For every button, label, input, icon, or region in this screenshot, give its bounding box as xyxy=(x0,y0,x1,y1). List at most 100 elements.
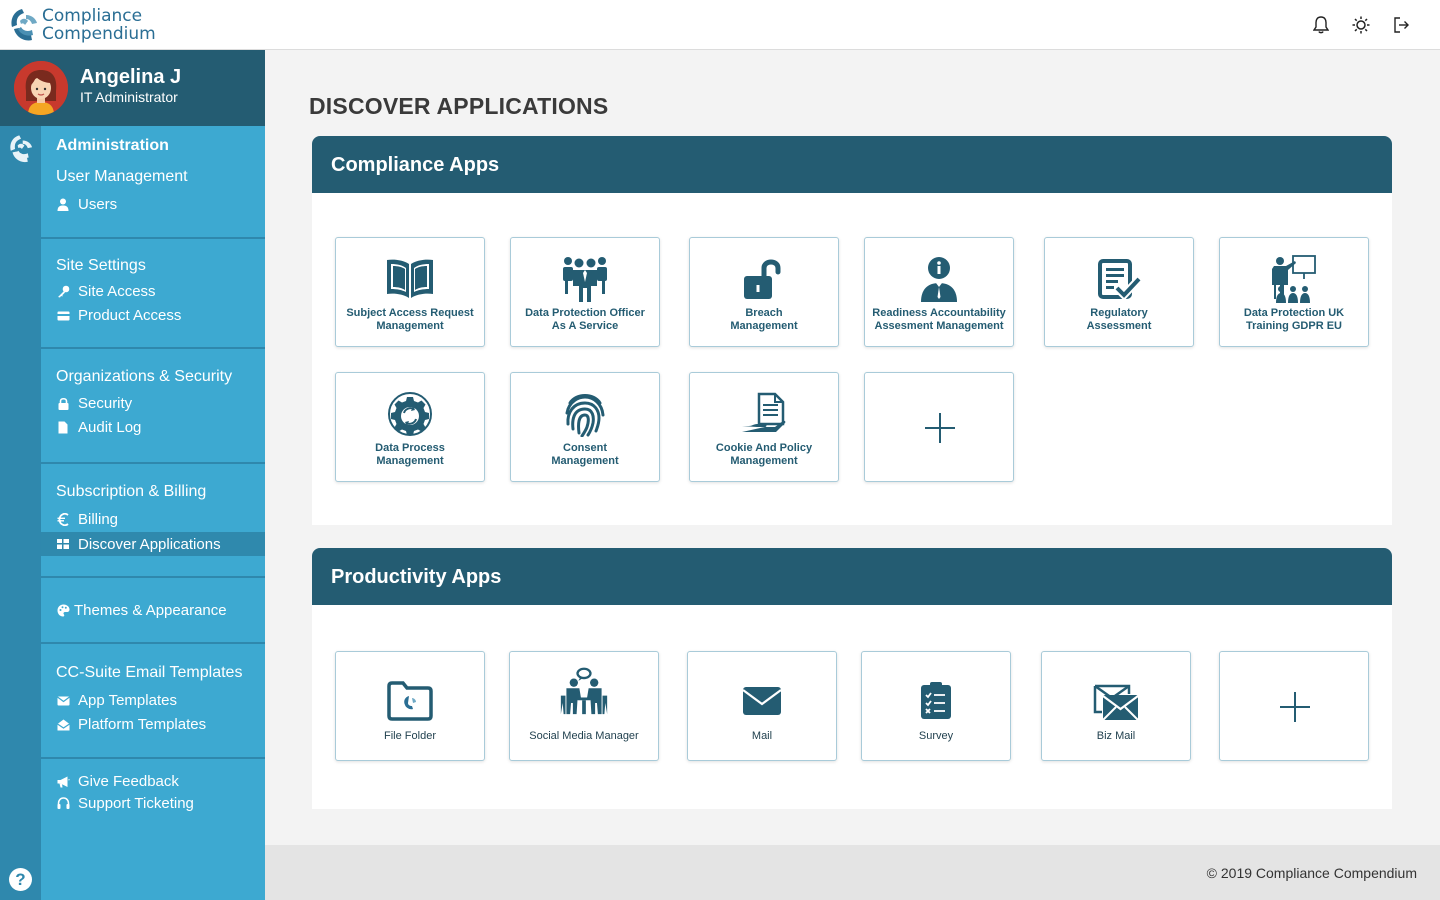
sidebar: Administration User Management Users Sit… xyxy=(41,126,265,900)
app-title: Social Media Manager xyxy=(529,730,639,742)
app-title-line2: Management xyxy=(376,455,444,467)
app-title-line1: Breach xyxy=(745,307,783,319)
file-icon xyxy=(56,421,70,435)
envelope-open-icon xyxy=(56,718,70,732)
app-title-line2: Assessment xyxy=(1086,320,1152,332)
app-tile-dpo-as-a-service[interactable]: Data Protection Officer As A Service xyxy=(510,237,660,347)
sidebar-item-label: Users xyxy=(78,196,118,213)
sidebar-item-give-feedback[interactable]: Give Feedback xyxy=(56,773,179,790)
app-tile-data-protection-training[interactable]: Data Protection UK Training GDPR EU xyxy=(1219,237,1369,347)
sun-icon[interactable] xyxy=(1350,14,1372,36)
sidebar-item-billing[interactable]: Billing xyxy=(56,511,118,528)
app-title-line2: Management xyxy=(376,320,444,332)
app-title-line2: As A Service xyxy=(551,320,619,332)
app-title-line1: Readiness Accountability xyxy=(872,307,1006,319)
sidebar-divider xyxy=(41,642,265,644)
sidebar-rail: ? xyxy=(0,126,41,900)
sidebar-item-app-templates[interactable]: App Templates xyxy=(56,692,177,709)
sidebar-section-user-management[interactable]: User Management xyxy=(56,168,188,186)
plus-icon xyxy=(925,413,955,443)
sidebar-item-label: App Templates xyxy=(78,692,177,709)
sidebar-item-themes-appearance[interactable]: Themes & Appearance xyxy=(56,602,227,619)
app-tile-consent-management[interactable]: Consent Management xyxy=(510,372,660,482)
headset-icon xyxy=(56,797,70,811)
app-tile-regulatory-assessment[interactable]: Regulatory Assessment xyxy=(1044,237,1194,347)
app-tile-biz-mail[interactable]: Biz Mail xyxy=(1041,651,1191,761)
sidebar-item-discover-applications[interactable]: Discover Applications xyxy=(41,532,265,556)
app-tile-file-folder[interactable]: File Folder xyxy=(335,651,485,761)
rail-logo-icon[interactable] xyxy=(6,132,36,166)
sidebar-section-site-settings[interactable]: Site Settings xyxy=(56,257,146,275)
plus-icon xyxy=(1280,692,1310,722)
bell-icon[interactable] xyxy=(1310,14,1332,36)
app-title-line2: Training GDPR EU xyxy=(1246,320,1342,332)
app-title: File Folder xyxy=(384,730,436,742)
sidebar-item-label: Discover Applications xyxy=(78,535,221,553)
app-title: Survey xyxy=(918,730,954,742)
user-name: Angelina J xyxy=(80,66,182,88)
compliance-apps-panel: Compliance Apps Subject Access Request Ma… xyxy=(312,136,1392,525)
biz-mail-icon xyxy=(1091,676,1141,726)
info-person-icon xyxy=(914,254,964,304)
app-title: Biz Mail xyxy=(1096,730,1136,742)
app-tile-mail[interactable]: Mail xyxy=(687,651,837,761)
envelope-icon xyxy=(56,694,70,708)
user-profile: Angelina J IT Administrator xyxy=(0,50,265,126)
sidebar-item-label: Billing xyxy=(78,511,119,528)
app-title-line1: Consent xyxy=(563,442,607,454)
mail-icon xyxy=(737,676,787,726)
avatar[interactable] xyxy=(14,61,68,115)
sidebar-divider xyxy=(41,576,265,578)
app-tile-cookie-policy-management[interactable]: Cookie And Policy Management xyxy=(689,372,839,482)
sidebar-divider xyxy=(41,462,265,464)
sidebar-item-users[interactable]: Users xyxy=(56,196,117,213)
palette-icon xyxy=(56,604,70,618)
add-compliance-app-button[interactable] xyxy=(864,372,1014,482)
sidebar-item-label: Site Access xyxy=(78,283,156,300)
footer: © 2019 Compliance Compendium xyxy=(265,845,1440,900)
brand-line1: Compliance xyxy=(42,6,143,26)
sidebar-section-subscription-billing[interactable]: Subscription & Billing xyxy=(56,483,206,501)
sidebar-section-email-templates[interactable]: CC-Suite Email Templates xyxy=(56,664,242,682)
sidebar-item-label: Give Feedback xyxy=(78,773,179,790)
productivity-apps-header: Productivity Apps xyxy=(312,548,1392,605)
logo-mark-icon xyxy=(11,9,37,41)
compliance-apps-header: Compliance Apps xyxy=(312,136,1392,193)
checklist-icon xyxy=(1094,254,1144,304)
add-productivity-app-button[interactable] xyxy=(1219,651,1369,761)
sidebar-item-platform-templates[interactable]: Platform Templates xyxy=(56,716,206,733)
brand-logo[interactable]: Compliance Compendium xyxy=(8,5,156,45)
sidebar-item-label: Security xyxy=(78,395,133,412)
hand-document-icon xyxy=(739,389,789,439)
copyright-text: © 2019 Compliance Compendium xyxy=(1206,865,1417,881)
app-tile-social-media-manager[interactable]: Social Media Manager xyxy=(509,651,659,761)
training-icon xyxy=(1269,254,1319,304)
productivity-apps-panel: Productivity Apps File Folder Social Med… xyxy=(312,548,1392,809)
lock-icon xyxy=(56,397,70,411)
sidebar-item-security[interactable]: Security xyxy=(56,395,132,412)
app-title: Mail xyxy=(751,730,773,742)
megaphone-icon xyxy=(56,775,70,789)
app-title-line1: Cookie And Policy xyxy=(715,442,813,454)
sidebar-section-organizations-security[interactable]: Organizations & Security xyxy=(56,368,232,386)
sidebar-item-label: Product Access xyxy=(78,307,182,324)
app-tile-survey[interactable]: Survey xyxy=(861,651,1011,761)
logout-icon[interactable] xyxy=(1390,14,1412,36)
app-tile-readiness-accountability[interactable]: Readiness Accountability Assesment Manage… xyxy=(864,237,1014,347)
sidebar-item-site-access[interactable]: Site Access xyxy=(56,283,156,300)
app-tile-subject-access-request[interactable]: Subject Access Request Management xyxy=(335,237,485,347)
meeting-icon xyxy=(559,666,609,716)
app-title-line2: Assesment Management xyxy=(874,320,1004,332)
sidebar-item-audit-log[interactable]: Audit Log xyxy=(56,419,141,436)
sidebar-item-product-access[interactable]: Product Access xyxy=(56,307,181,324)
user-icon xyxy=(56,198,70,212)
brand-line2: Compendium xyxy=(42,24,156,44)
key-icon xyxy=(56,285,70,299)
user-role: IT Administrator xyxy=(80,89,178,105)
sidebar-item-support-ticketing[interactable]: Support Ticketing xyxy=(56,795,194,812)
app-tile-data-process-management[interactable]: Data Process Management xyxy=(335,372,485,482)
app-tile-breach-management[interactable]: Breach Management xyxy=(689,237,839,347)
app-title-line1: Data Protection Officer xyxy=(525,307,645,319)
help-button[interactable]: ? xyxy=(9,868,32,891)
sidebar-administration[interactable]: Administration xyxy=(56,137,169,155)
